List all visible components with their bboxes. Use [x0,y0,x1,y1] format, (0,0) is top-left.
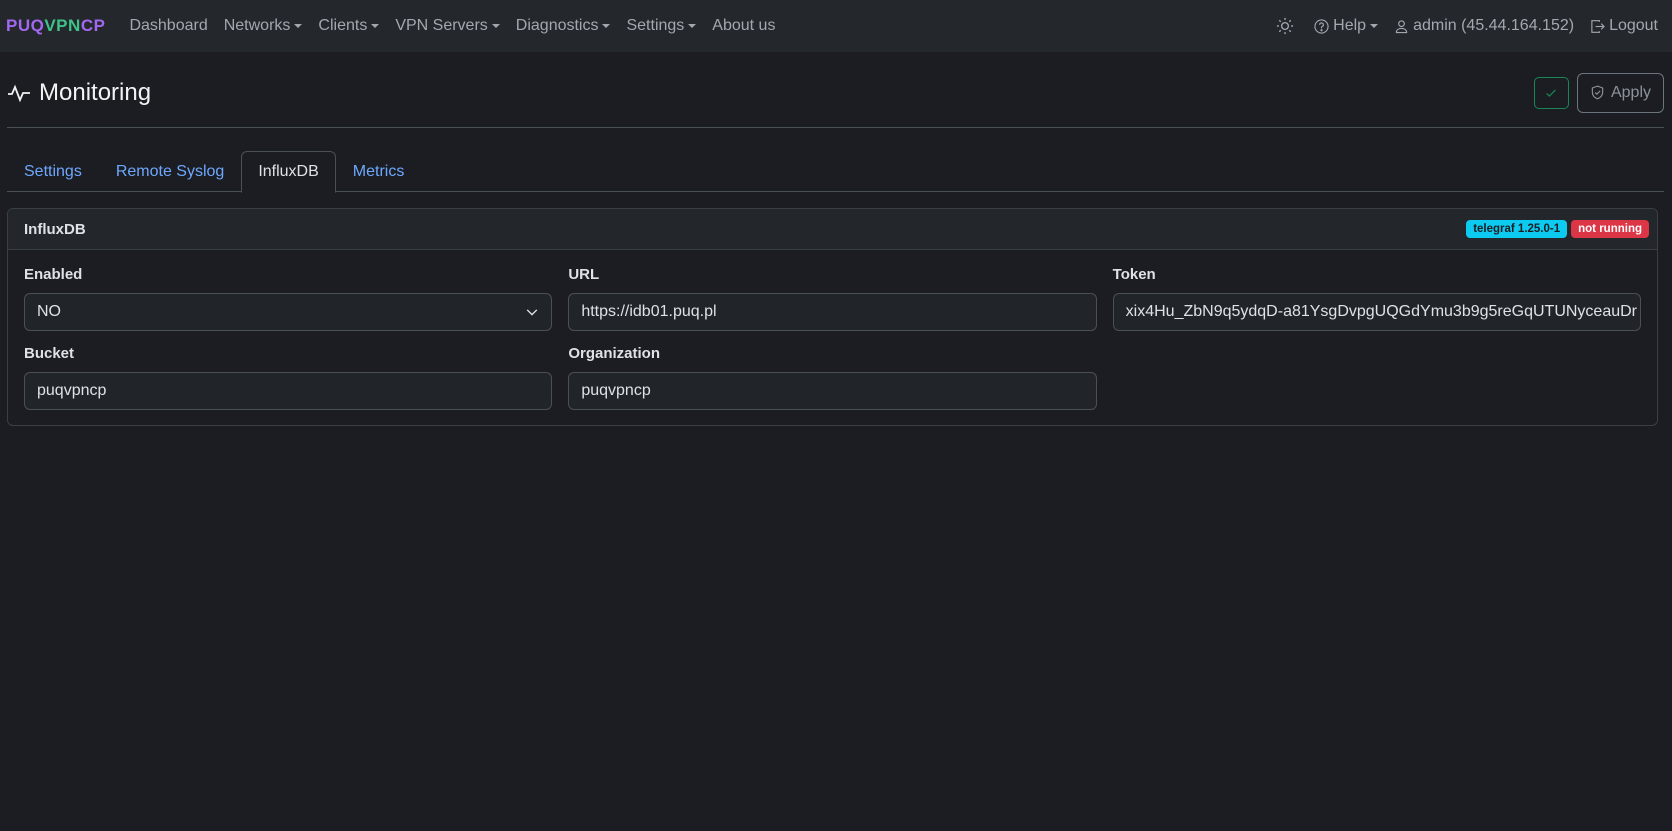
enabled-label: Enabled [24,266,83,283]
caret-down-icon [602,24,611,28]
bucket-field-value: puqvpncp [37,382,107,399]
token-label: Token [1112,266,1156,283]
tab-influxdb[interactable]: InfluxDB [241,151,336,193]
card-title: InfluxDB [24,220,86,238]
bucket-label: Bucket [24,345,75,362]
confirm-button[interactable] [1533,76,1569,109]
header-actions: Apply [1533,72,1664,113]
nav-diagnostics[interactable]: Diagnostics [508,17,619,35]
caret-down-icon [1370,24,1379,28]
tab-metrics[interactable]: Metrics [336,151,422,192]
shield-check-icon [1591,85,1604,100]
caret-down-icon [371,24,380,28]
nav-diagnostics-label: Diagnostics [515,17,599,34]
version-badge: telegraf 1.25.0-1 [1466,220,1568,238]
tab-bar: Settings Remote Syslog InfluxDB Metrics [7,151,1664,193]
url-field[interactable]: https://idb01.puq.pl [568,293,1097,331]
nav-dashboard[interactable]: Dashboard [121,17,215,35]
brand-part-vpn: VPN [44,16,81,35]
nav-about-us-label: About us [712,17,776,34]
brand-part-puq: PUQ [6,16,45,35]
nav-dashboard-label: Dashboard [129,17,208,34]
logout-icon [1590,19,1605,34]
organization-field[interactable]: puqvpncp [568,372,1097,410]
tab-remote-syslog[interactable]: Remote Syslog [99,151,242,192]
token-group: Token xix4Hu_ZbN9q5ydqD-a81YsgDvpgUQGdYm… [1112,266,1641,331]
card-body: Enabled NO URL https://idb01.puq.pl Toke… [8,250,1657,425]
caret-down-icon [294,24,303,28]
organization-label: Organization [568,345,660,362]
check-icon [1546,89,1557,97]
nav-right: Help admin (45.44.164.152) Logout [1268,17,1666,35]
question-circle-icon [1314,18,1329,34]
card-header: InfluxDB telegraf 1.25.0-1 not running [8,209,1657,250]
sun-icon [1276,17,1294,35]
url-group: URL https://idb01.puq.pl [568,266,1097,331]
bucket-group: Bucket puqvpncp [24,345,553,410]
url-label: URL [568,266,600,283]
page-header: Monitoring Apply [7,70,1664,128]
person-icon [1394,19,1409,34]
form-row: Bucket puqvpncp Organization puqvpncp [24,345,1641,410]
nav-clients[interactable]: Clients [310,17,387,35]
nav-vpn-servers-label: VPN Servers [395,17,488,34]
nav-settings-label: Settings [626,17,685,34]
bucket-field[interactable]: puqvpncp [24,372,553,410]
page-title-text: Monitoring [39,78,152,106]
enabled-select-value: NO [37,303,61,320]
nav-networks[interactable]: Networks [216,17,311,35]
nav-user[interactable]: admin (45.44.164.152) [1386,17,1582,35]
url-field-value: https://idb01.puq.pl [581,303,717,320]
theme-toggle-button[interactable] [1268,17,1306,35]
status-badges: telegraf 1.25.0-1 not running [1466,220,1649,238]
nav-user-label: admin (45.44.164.152) [1413,17,1575,34]
tab-remote-syslog-label: Remote Syslog [115,162,225,180]
apply-button-label: Apply [1610,83,1651,101]
organization-group: Organization puqvpncp [568,345,1097,410]
form-row: Enabled NO URL https://idb01.puq.pl Toke… [24,266,1641,331]
nav-logout-label: Logout [1609,17,1658,34]
tab-settings[interactable]: Settings [7,151,99,192]
nav-settings[interactable]: Settings [618,17,704,35]
nav-logout[interactable]: Logout [1582,17,1666,35]
tab-settings-label: Settings [24,162,82,180]
nav-vpn-servers[interactable]: VPN Servers [387,17,507,35]
caret-down-icon [491,24,500,28]
page-title: Monitoring [7,79,151,107]
enabled-select[interactable]: NO [24,293,553,331]
nav-clients-label: Clients [318,17,368,34]
status-badge: not running [1571,220,1649,238]
token-field[interactable]: xix4Hu_ZbN9q5ydqD-a81YsgDvpgUQGdYmu3b9g5… [1112,293,1641,331]
chevron-down-icon [527,309,538,316]
influxdb-card: InfluxDB telegraf 1.25.0-1 not running E… [7,208,1658,426]
organization-field-value: puqvpncp [581,382,651,399]
nav-networks-label: Networks [223,17,291,34]
tab-metrics-label: Metrics [352,162,405,180]
nav-left: PUQVPNCP Dashboard Networks Clients VPN … [6,16,783,36]
brand-logo[interactable]: PUQVPNCP [6,16,105,36]
brand-part-cp: CP [80,16,106,35]
top-navbar: PUQVPNCP Dashboard Networks Clients VPN … [0,0,1672,52]
caret-down-icon [688,24,697,28]
apply-button[interactable]: Apply [1576,72,1664,113]
activity-icon [8,84,30,102]
nav-help[interactable]: Help [1306,17,1386,35]
nav-about-us[interactable]: About us [704,17,783,35]
tab-influxdb-label: InfluxDB [258,163,319,180]
nav-help-label: Help [1333,17,1367,34]
enabled-group: Enabled NO [24,266,553,331]
token-field-value: xix4Hu_ZbN9q5ydqD-a81YsgDvpgUQGdYmu3b9g5… [1125,303,1637,320]
